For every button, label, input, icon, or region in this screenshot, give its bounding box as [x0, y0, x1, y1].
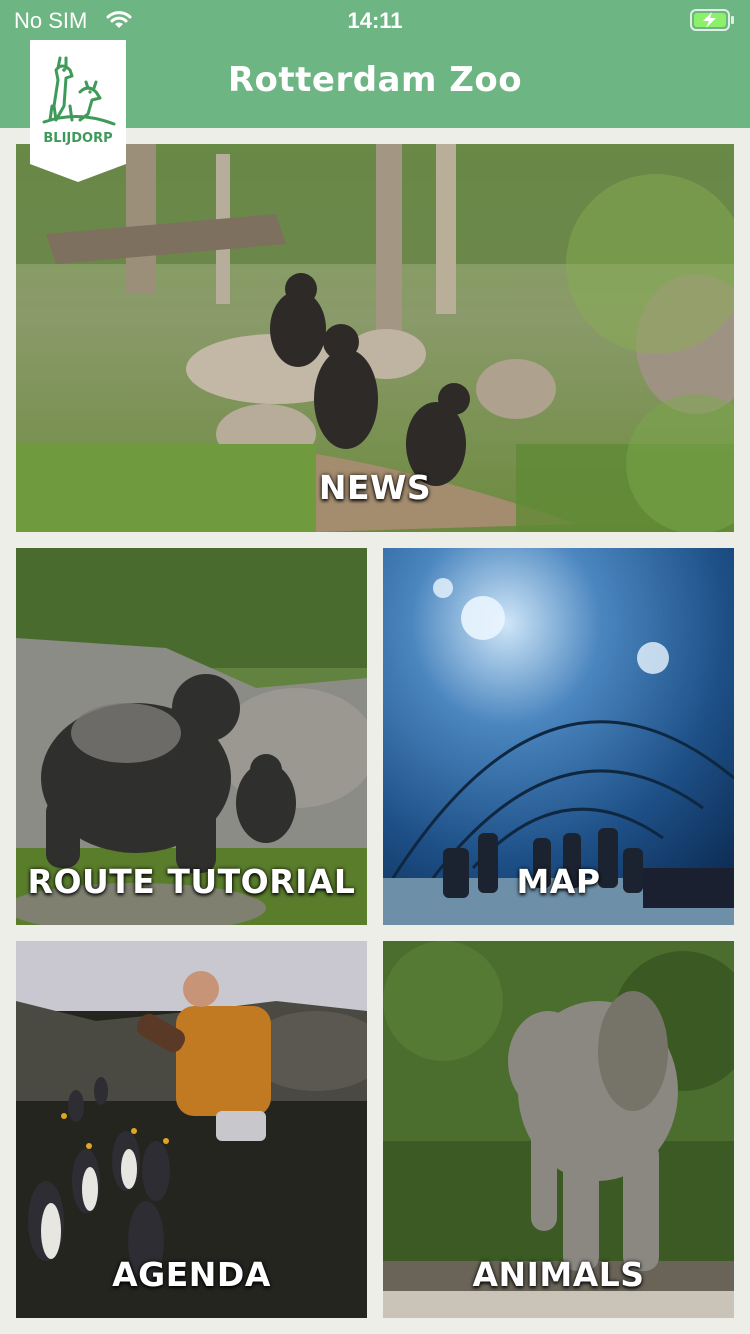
news-tile[interactable]: NEWS — [16, 144, 734, 532]
logo-text: BLIJDORP — [43, 131, 112, 146]
route-tutorial-tile[interactable]: ROUTE TUTORIAL — [16, 548, 367, 925]
battery-charging-icon — [690, 8, 736, 38]
agenda-label: AGENDA — [112, 1255, 271, 1294]
animals-tile[interactable]: ANIMALS — [383, 941, 734, 1318]
agenda-tile[interactable]: AGENDA — [16, 941, 367, 1318]
map-tile[interactable]: MAP — [383, 548, 734, 925]
blijdorp-logo: BLIJDORP — [30, 40, 126, 182]
news-label: NEWS — [318, 468, 432, 507]
map-label: MAP — [516, 862, 601, 901]
route-tutorial-label: ROUTE TUTORIAL — [27, 862, 356, 901]
animals-label: ANIMALS — [472, 1255, 645, 1294]
status-time: 14:11 — [347, 8, 403, 33]
status-bar: No SIM 14:11 — [0, 0, 750, 40]
